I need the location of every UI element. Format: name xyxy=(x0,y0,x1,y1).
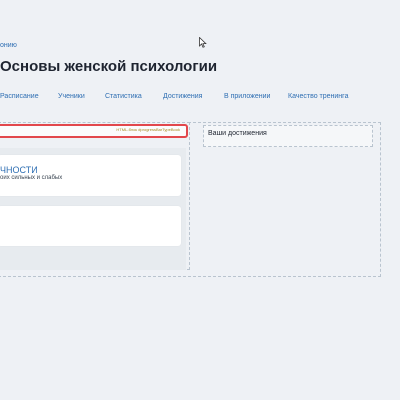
lesson-card[interactable] xyxy=(0,206,181,246)
tab-achievements[interactable]: Достижения xyxy=(163,93,202,100)
breadcrumb[interactable]: онию xyxy=(0,42,17,49)
lesson-card-title[interactable]: ЧНОСТИ xyxy=(0,165,38,175)
tab-bar: Расписание Ученики Статистика Достижения… xyxy=(0,93,400,105)
tab-statistics[interactable]: Статистика xyxy=(105,93,142,100)
progress-bar-block-label: HTML-блок #progressBarTypeBook xyxy=(116,127,180,132)
progress-bar-block[interactable]: HTML-блок #progressBarTypeBook xyxy=(0,124,188,138)
tab-schedule[interactable]: Расписание xyxy=(0,93,39,100)
tab-in-app[interactable]: В приложении xyxy=(224,93,270,100)
page-title: Основы женской психологии xyxy=(0,58,218,75)
mouse-pointer-icon xyxy=(199,37,207,48)
achievements-title: Ваши достижения xyxy=(208,130,267,137)
tab-training-quality[interactable]: Качество тренинга xyxy=(288,93,348,100)
tab-students[interactable]: Ученики xyxy=(58,93,85,100)
lesson-card-subtitle: оих сильных и слабых xyxy=(0,175,63,181)
achievements-widget: Ваши достижения xyxy=(203,125,373,147)
